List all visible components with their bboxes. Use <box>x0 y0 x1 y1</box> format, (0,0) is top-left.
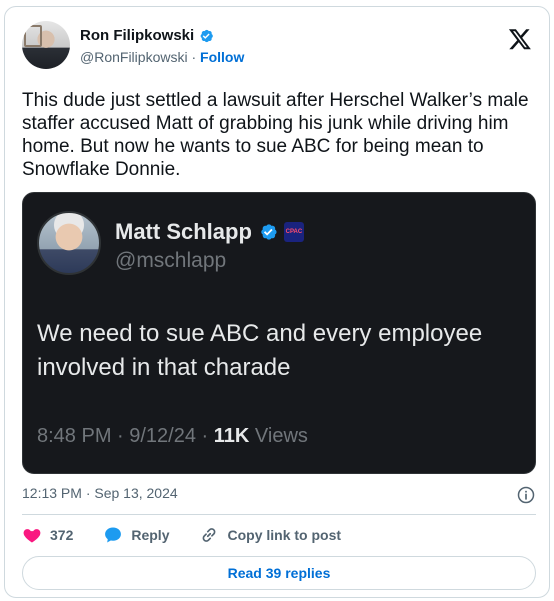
copy-link-button[interactable]: Copy link to post <box>199 525 341 545</box>
quoted-display-name: Matt Schlapp <box>115 219 252 244</box>
heart-icon <box>23 529 41 543</box>
quoted-handle: @mschlapp <box>115 249 227 272</box>
quoted-post-meta: 8:48 PM · 9/12/24 · 11K Views <box>37 425 308 448</box>
quoted-views-count: 11K <box>213 425 250 447</box>
quoted-post-text: We need to sue ABC and every employee in… <box>37 320 483 381</box>
quoted-post-time: 8:48 PM · 9/12/24 · <box>37 425 214 447</box>
link-icon <box>203 528 216 542</box>
post-timestamp[interactable]: 12:13 PM · Sep 13, 2024 <box>22 485 178 501</box>
quoted-views-label: Views <box>249 425 308 447</box>
like-button[interactable]: 372 <box>22 525 73 545</box>
reply-button[interactable]: Reply <box>103 525 169 545</box>
post-header: Ron Filipkowski @RonFilipkowski · Follow <box>22 21 534 69</box>
embedded-post-card: Ron Filipkowski @RonFilipkowski · Follow… <box>4 6 550 598</box>
author-display-name[interactable]: Ron Filipkowski <box>80 27 194 44</box>
cpac-affiliate-badge: CPAC <box>283 222 304 242</box>
author-avatar[interactable] <box>22 21 70 69</box>
read-replies-button[interactable]: Read 39 replies <box>22 556 536 590</box>
author-handle-row: @RonFilipkowski · Follow <box>80 49 244 65</box>
post-actions: 372 Reply Copy link to post <box>22 523 371 547</box>
verified-badge-icon <box>200 29 214 42</box>
quoted-post-image[interactable]: Matt Schlapp CPAC @mschlapp We need to s… <box>22 192 536 474</box>
info-icon[interactable] <box>516 485 536 505</box>
like-count: 372 <box>50 527 74 543</box>
quoted-verified-badge-icon <box>261 224 277 240</box>
handle-separator: · <box>191 49 197 65</box>
post-text: This dude just settled a lawsuit after H… <box>22 90 529 180</box>
quoted-author-avatar <box>37 211 101 275</box>
author-handle[interactable]: @RonFilipkowski <box>80 49 188 65</box>
divider <box>22 514 536 515</box>
timestamp-row: 12:13 PM · Sep 13, 2024 <box>22 485 536 505</box>
follow-link[interactable]: Follow <box>200 49 244 65</box>
quoted-name-row: Matt Schlapp CPAC <box>115 219 304 245</box>
copy-link-label: Copy link to post <box>227 527 342 543</box>
x-logo-icon[interactable] <box>508 27 532 51</box>
author-name-row: Ron Filipkowski <box>80 27 214 44</box>
reply-label: Reply <box>131 527 170 543</box>
reply-bubble-icon <box>105 527 122 543</box>
